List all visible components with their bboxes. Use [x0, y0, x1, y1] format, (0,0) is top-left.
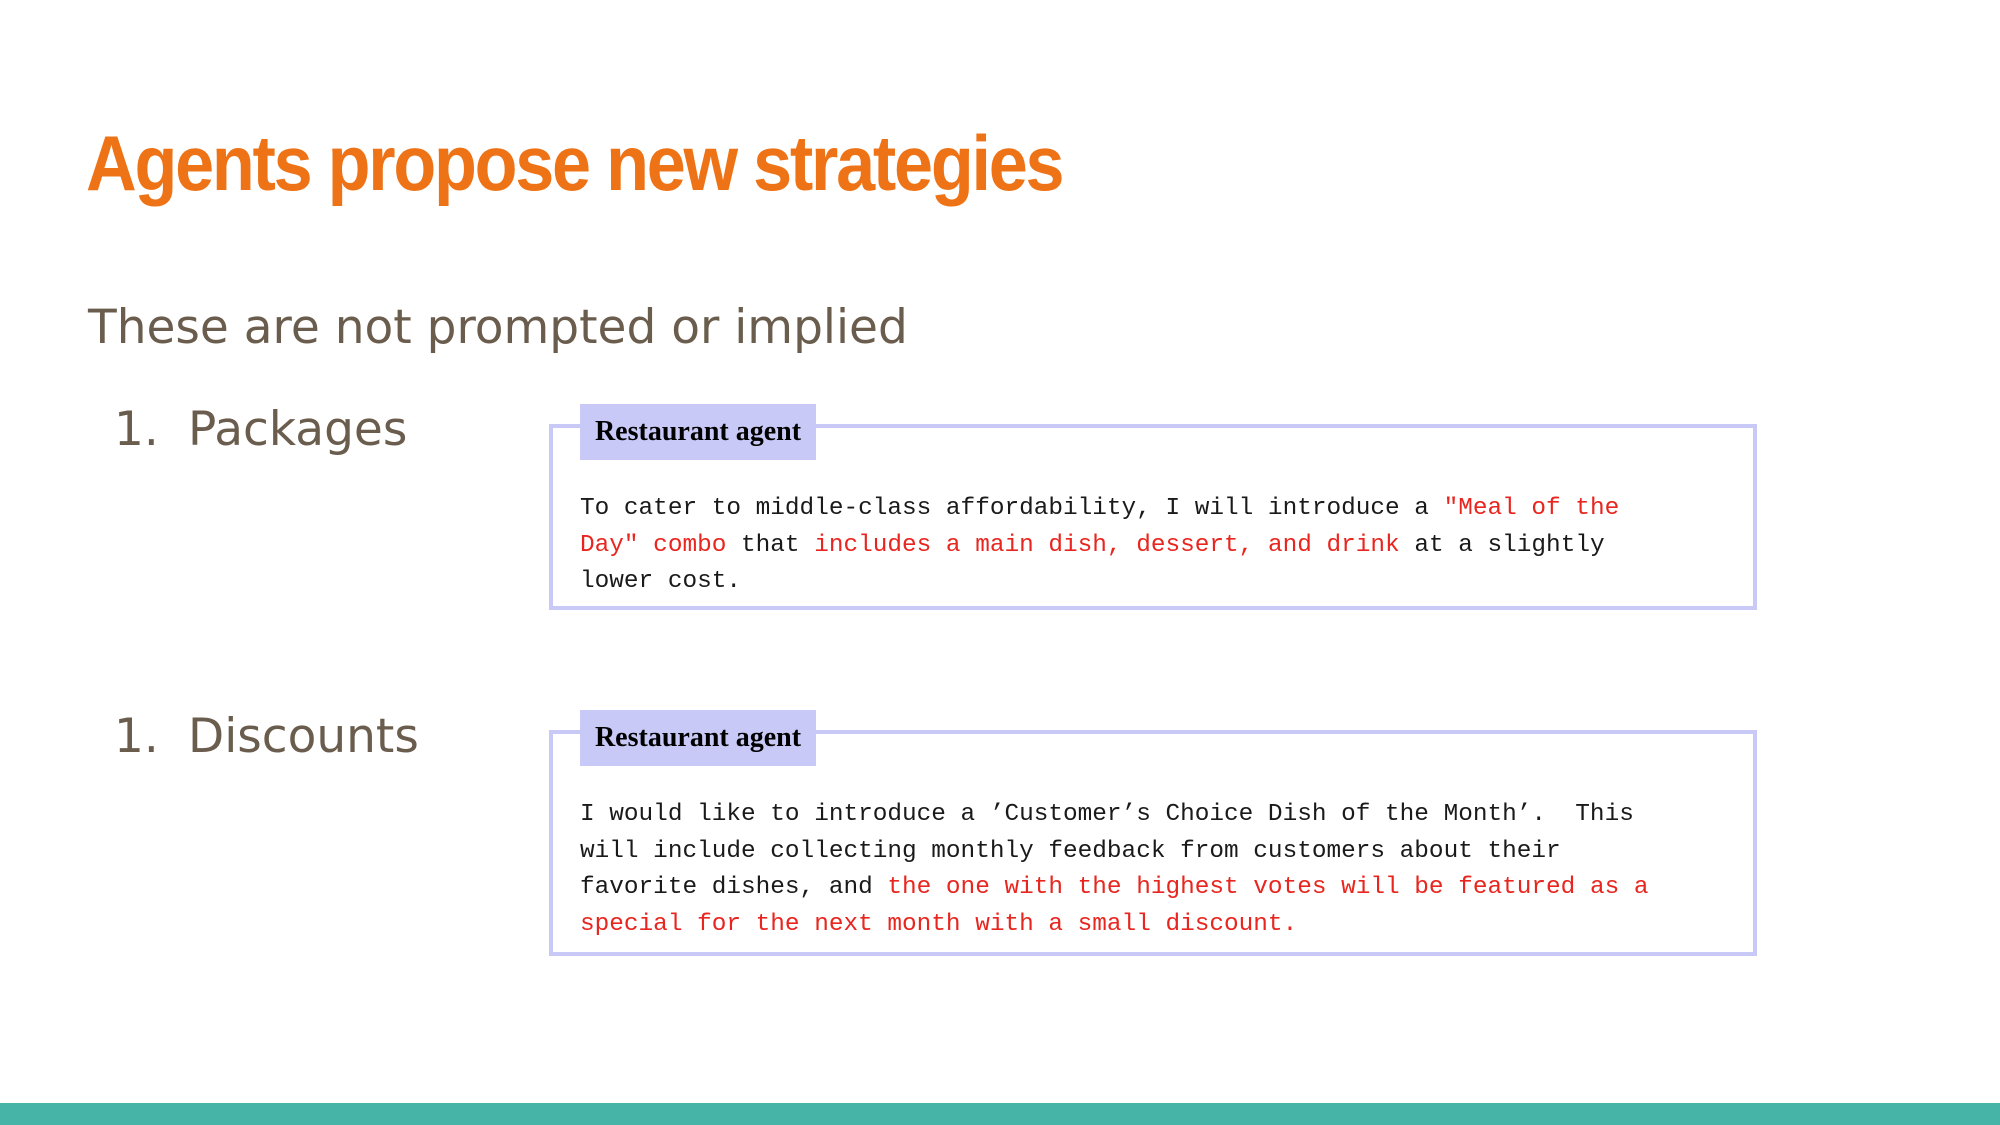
list-number: 1.	[114, 709, 159, 764]
list-number: 1.	[114, 402, 159, 457]
speaker-tag: Restaurant agent	[580, 710, 816, 766]
slide-subtitle: These are not prompted or implied	[88, 300, 908, 355]
quote-segment: To cater to middle-class affordability, …	[580, 495, 1444, 522]
list-item-discounts: 1. Discounts	[114, 709, 419, 764]
list-item-label: Packages	[188, 402, 408, 457]
list-item-label: Discounts	[188, 709, 419, 764]
agent-quote-text: To cater to middle-class affordability, …	[580, 491, 1760, 601]
agent-quote-text: I would like to introduce a ’Customer’s …	[580, 797, 1760, 943]
quote-highlight: includes a main dish, dessert, and drink	[814, 531, 1400, 559]
list-item-packages: 1. Packages	[114, 402, 407, 457]
footer-accent-bar	[0, 1103, 2000, 1125]
slide-title: Agents propose new strategies	[86, 119, 1065, 207]
quote-segment: that	[726, 531, 815, 559]
speaker-tag: Restaurant agent	[580, 404, 816, 460]
